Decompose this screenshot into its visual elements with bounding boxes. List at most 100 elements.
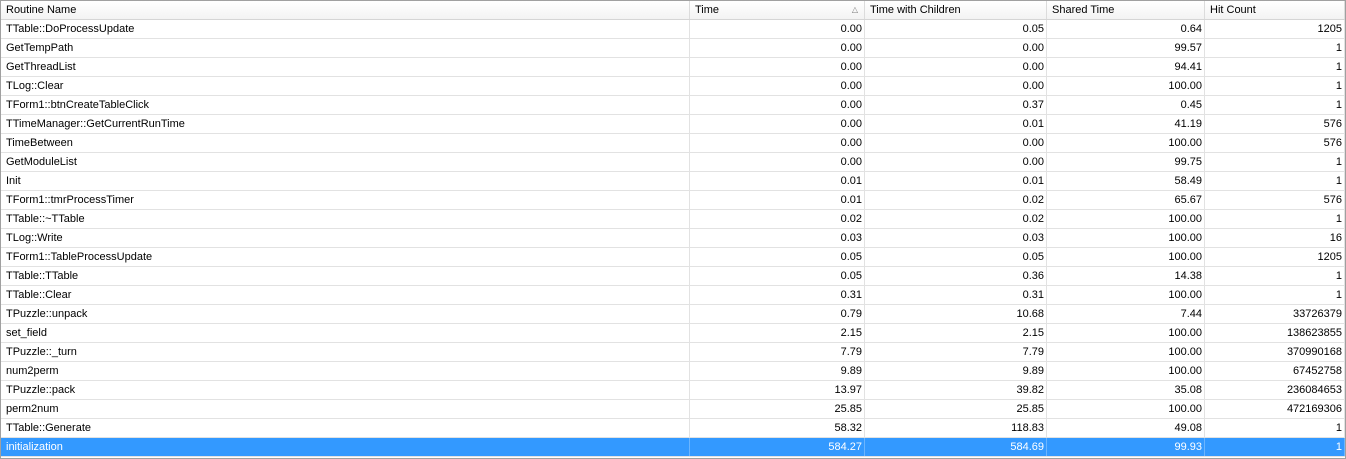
- hit-count-cell: 370990168: [1205, 343, 1345, 361]
- table-row[interactable]: TTable::TTable 0.05 0.36 14.38 1: [1, 267, 1345, 286]
- time-with-children-cell: 0.00: [865, 134, 1047, 152]
- shared-time-cell: 94.41: [1047, 58, 1205, 76]
- time-with-children-cell: 0.36: [865, 267, 1047, 285]
- table-row[interactable]: perm2num 25.85 25.85 100.00 472169306: [1, 400, 1345, 419]
- time-cell: 13.97: [690, 381, 865, 399]
- column-header-time-with-children[interactable]: Time with Children: [865, 1, 1047, 19]
- hit-count-cell: 1: [1205, 419, 1345, 437]
- routine-name-cell: perm2num: [1, 400, 690, 418]
- time-cell: 0.01: [690, 172, 865, 190]
- time-with-children-cell: 0.00: [865, 77, 1047, 95]
- table-row[interactable]: TPuzzle::_turn 7.79 7.79 100.00 370990168: [1, 343, 1345, 362]
- hit-count-cell: 1: [1205, 39, 1345, 57]
- time-with-children-cell: 0.01: [865, 115, 1047, 133]
- time-with-children-cell: 118.83: [865, 419, 1047, 437]
- routine-name-cell: TLog::Clear: [1, 77, 690, 95]
- table-row[interactable]: TTable::Clear 0.31 0.31 100.00 1: [1, 286, 1345, 305]
- shared-time-cell: 41.19: [1047, 115, 1205, 133]
- hit-count-cell: 1: [1205, 286, 1345, 304]
- routine-name-cell: TPuzzle::_turn: [1, 343, 690, 361]
- shared-time-cell: 100.00: [1047, 343, 1205, 361]
- column-header-hit-count[interactable]: Hit Count: [1205, 1, 1345, 19]
- table-row[interactable]: TForm1::btnCreateTableClick 0.00 0.37 0.45 1: [1, 96, 1345, 115]
- column-header-label: Time: [695, 4, 720, 16]
- table-row[interactable]: num2perm 9.89 9.89 100.00 67452758: [1, 362, 1345, 381]
- time-with-children-cell: 0.05: [865, 248, 1047, 266]
- routine-name-cell: TForm1::btnCreateTableClick: [1, 96, 690, 114]
- time-with-children-cell: 25.85: [865, 400, 1047, 418]
- table-row[interactable]: TimeBetween 0.00 0.00 100.00 576: [1, 134, 1345, 153]
- table-row[interactable]: TPuzzle::pack 13.97 39.82 35.08 236084653: [1, 381, 1345, 400]
- shared-time-cell: 100.00: [1047, 134, 1205, 152]
- shared-time-cell: 100.00: [1047, 248, 1205, 266]
- time-cell: 9.89: [690, 362, 865, 380]
- routine-name-cell: num2perm: [1, 362, 690, 380]
- routine-name-cell: GetThreadList: [1, 58, 690, 76]
- hit-count-cell: 33726379: [1205, 305, 1345, 323]
- shared-time-cell: 14.38: [1047, 267, 1205, 285]
- hit-count-cell: 576: [1205, 191, 1345, 209]
- profiler-results-grid[interactable]: Routine Name Time △ Time with Children S…: [0, 0, 1346, 459]
- shared-time-cell: 100.00: [1047, 400, 1205, 418]
- table-row[interactable]: Init 0.01 0.01 58.49 1: [1, 172, 1345, 191]
- shared-time-cell: 100.00: [1047, 210, 1205, 228]
- hit-count-cell: 1: [1205, 77, 1345, 95]
- shared-time-cell: 100.00: [1047, 229, 1205, 247]
- table-row[interactable]: TTable::DoProcessUpdate 0.00 0.05 0.64 1205: [1, 20, 1345, 39]
- shared-time-cell: 7.44: [1047, 305, 1205, 323]
- column-header-shared-time[interactable]: Shared Time: [1047, 1, 1205, 19]
- shared-time-cell: 58.49: [1047, 172, 1205, 190]
- table-row[interactable]: TTable::~TTable 0.02 0.02 100.00 1: [1, 210, 1345, 229]
- column-header-label: Time with Children: [870, 4, 961, 16]
- routine-name-cell: GetModuleList: [1, 153, 690, 171]
- table-row[interactable]: GetModuleList 0.00 0.00 99.75 1: [1, 153, 1345, 172]
- time-cell: 0.00: [690, 96, 865, 114]
- time-cell: 584.27: [690, 438, 865, 456]
- hit-count-cell: 576: [1205, 134, 1345, 152]
- routine-name-cell: TTable::Clear: [1, 286, 690, 304]
- routine-name-cell: GetTempPath: [1, 39, 690, 57]
- hit-count-cell: 1: [1205, 210, 1345, 228]
- sort-ascending-icon: △: [851, 5, 858, 14]
- time-cell: 58.32: [690, 419, 865, 437]
- shared-time-cell: 100.00: [1047, 324, 1205, 342]
- column-header-time[interactable]: Time △: [690, 1, 865, 19]
- routine-name-cell: TTable::DoProcessUpdate: [1, 20, 690, 38]
- time-with-children-cell: 7.79: [865, 343, 1047, 361]
- time-cell: 7.79: [690, 343, 865, 361]
- time-with-children-cell: 0.01: [865, 172, 1047, 190]
- table-row[interactable]: GetTempPath 0.00 0.00 99.57 1: [1, 39, 1345, 58]
- shared-time-cell: 99.57: [1047, 39, 1205, 57]
- shared-time-cell: 0.45: [1047, 96, 1205, 114]
- hit-count-cell: 67452758: [1205, 362, 1345, 380]
- table-row[interactable]: TTable::Generate 58.32 118.83 49.08 1: [1, 419, 1345, 438]
- shared-time-cell: 100.00: [1047, 286, 1205, 304]
- time-cell: 0.01: [690, 191, 865, 209]
- routine-name-cell: initialization: [1, 438, 690, 456]
- shared-time-cell: 99.75: [1047, 153, 1205, 171]
- table-row-selected[interactable]: initialization 584.27 584.69 99.93 1: [1, 438, 1345, 457]
- table-row[interactable]: TLog::Write 0.03 0.03 100.00 16: [1, 229, 1345, 248]
- table-row[interactable]: TForm1::tmrProcessTimer 0.01 0.02 65.67 576: [1, 191, 1345, 210]
- table-row[interactable]: set_field 2.15 2.15 100.00 138623855: [1, 324, 1345, 343]
- hit-count-cell: 1: [1205, 96, 1345, 114]
- shared-time-cell: 100.00: [1047, 362, 1205, 380]
- time-with-children-cell: 2.15: [865, 324, 1047, 342]
- hit-count-cell: 236084653: [1205, 381, 1345, 399]
- column-header-routine-name[interactable]: Routine Name: [1, 1, 690, 19]
- table-row[interactable]: TLog::Clear 0.00 0.00 100.00 1: [1, 77, 1345, 96]
- time-with-children-cell: 10.68: [865, 305, 1047, 323]
- table-row[interactable]: TTimeManager::GetCurrentRunTime 0.00 0.01 4…: [1, 115, 1345, 134]
- routine-name-cell: TTimeManager::GetCurrentRunTime: [1, 115, 690, 133]
- shared-time-cell: 0.64: [1047, 20, 1205, 38]
- time-cell: 0.00: [690, 20, 865, 38]
- column-header-label: Shared Time: [1052, 4, 1115, 16]
- time-cell: 0.31: [690, 286, 865, 304]
- routine-name-cell: TPuzzle::unpack: [1, 305, 690, 323]
- table-row[interactable]: TPuzzle::unpack 0.79 10.68 7.44 33726379: [1, 305, 1345, 324]
- table-row[interactable]: TForm1::TableProcessUpdate 0.05 0.05 100.00…: [1, 248, 1345, 267]
- table-row[interactable]: GetThreadList 0.00 0.00 94.41 1: [1, 58, 1345, 77]
- hit-count-cell: 1205: [1205, 20, 1345, 38]
- shared-time-cell: 100.00: [1047, 77, 1205, 95]
- time-cell: 0.00: [690, 115, 865, 133]
